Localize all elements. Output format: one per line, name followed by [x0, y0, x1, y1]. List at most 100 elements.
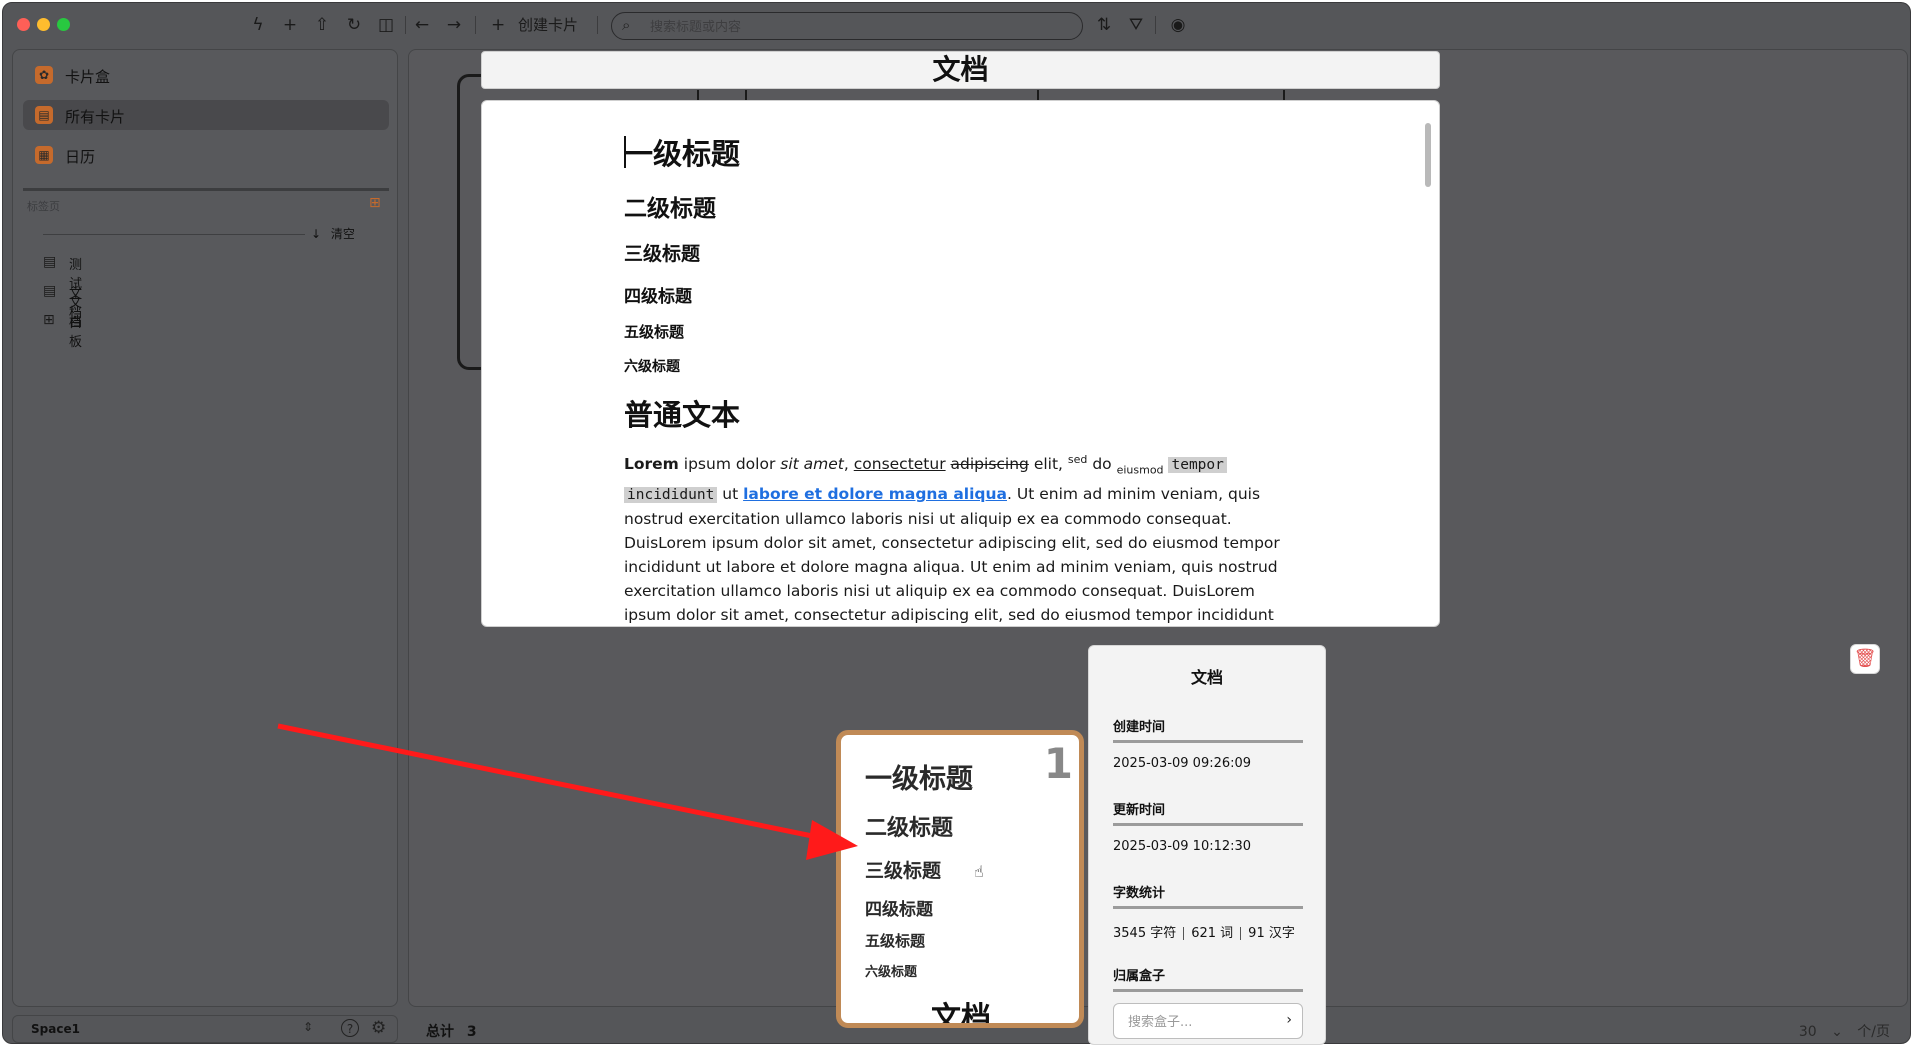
info-title: 文档	[1190, 668, 1223, 687]
eye-icon[interactable]: ◉	[1167, 14, 1189, 36]
strikethrough-text: adipiscing	[950, 455, 1029, 474]
help-icon[interactable]: ?	[341, 1019, 359, 1037]
calendar-icon: ▦	[35, 146, 53, 164]
heading-2[interactable]: 二级标题	[624, 189, 1284, 223]
card-heading-2: 二级标题	[865, 816, 954, 841]
document-content[interactable]: 一级标题 二级标题 三级标题 四级标题 五级标题 六级标题 普通文本 Lorem…	[624, 131, 1284, 626]
card-heading-4: 四级标题	[865, 900, 933, 920]
space-selector-bar: Space1 ⇕ ? ⚙	[12, 1015, 398, 1043]
whiteboard-icon: ⊞	[43, 312, 55, 328]
arrow-down-icon: ↓	[311, 227, 322, 241]
trash-icon: 🗑	[1853, 648, 1877, 669]
sidebar-item-label: 日历	[65, 148, 96, 166]
create-card-label: 创建卡片	[518, 16, 579, 34]
trash-button[interactable]: 🗑	[1850, 644, 1880, 674]
filter-icon[interactable]: ⛛	[1125, 14, 1147, 36]
title-bar: ϟ + ⇧ ↻ ◫ ← → + 创建卡片 ⌕ ⇅ ⛛ ◉	[3, 3, 1910, 47]
per-page-selector[interactable]: 30 ⌄ 个/页	[1799, 1021, 1890, 1041]
box-search-field[interactable]: ›	[1113, 1003, 1303, 1039]
search-icon: ⌕	[622, 16, 631, 34]
box-search-input[interactable]	[1126, 1012, 1270, 1032]
scrollbar-thumb[interactable]	[1425, 123, 1431, 187]
paragraph-text: ,	[843, 455, 854, 474]
per-page-unit: 个/页	[1857, 1024, 1890, 1040]
char-count: 3545 字符	[1113, 926, 1177, 941]
sidebar-item-all-cards[interactable]: ▤ 所有卡片	[23, 100, 389, 130]
word-count: 621 词	[1191, 926, 1234, 941]
card-heading-1: 一级标题	[865, 764, 973, 795]
minimize-window-button[interactable]	[37, 18, 50, 31]
paragraph-text: . Ut enim ad minim veniam, quis nostrud …	[624, 485, 1280, 625]
superscript-text: sed	[1067, 453, 1088, 466]
sidebar-item-label: 所有卡片	[65, 108, 126, 126]
card-index: 1	[1043, 739, 1073, 788]
search-bar[interactable]: ⌕	[611, 12, 1083, 40]
toolbar-divider	[405, 16, 406, 34]
per-page-value: 30	[1798, 1024, 1817, 1040]
create-card-button[interactable]: + 创建卡片	[491, 14, 578, 36]
card-heading-6: 六级标题	[865, 965, 918, 980]
document-icon: ▤	[43, 283, 57, 299]
tag-filter-line	[43, 234, 305, 235]
plus-icon: +	[491, 15, 506, 35]
import-icon[interactable]: ⇧	[311, 14, 333, 36]
heading-3[interactable]: 三级标题	[624, 239, 1284, 266]
total-value: 3	[466, 1024, 477, 1040]
info-divider	[1113, 740, 1303, 743]
subscript-text: eiusmod	[1116, 463, 1164, 477]
space-name[interactable]: Space1	[31, 1022, 80, 1036]
sidebar-item-card-box[interactable]: ✿ 卡片盒	[23, 60, 389, 90]
gear-icon[interactable]: ⚙	[371, 1018, 386, 1038]
inline-link[interactable]: labore et dolore magna aliqua	[743, 485, 1007, 503]
chevron-right-icon[interactable]: ›	[1286, 1012, 1292, 1028]
add-folder-icon[interactable]: ⊞	[369, 196, 387, 210]
clear-button[interactable]: ↓ 清空	[311, 225, 355, 242]
heading-4[interactable]: 四级标题	[624, 282, 1284, 307]
card-preview[interactable]: 1 一级标题 二级标题 三级标题 四级标题 五级标题 六级标题 文档	[836, 730, 1084, 1028]
underline-text: consectetur	[853, 455, 946, 474]
box-label: 归属盒子	[1113, 969, 1166, 984]
document-icon: ▤	[43, 254, 57, 270]
paragraph-text: ipsum dolor	[678, 455, 781, 474]
clear-label: 清空	[330, 227, 355, 241]
stats-label: 字数统计	[1113, 886, 1166, 901]
info-divider	[1113, 906, 1303, 909]
card-box-icon: ✿	[35, 66, 53, 84]
bold-text: Lorem	[624, 455, 679, 474]
inline-code: incididunt	[624, 487, 718, 504]
chevron-updown-icon[interactable]: ⇕	[303, 1020, 313, 1034]
inline-code: tempor	[1168, 457, 1227, 474]
heading-6[interactable]: 六级标题	[624, 356, 1284, 376]
plus-icon[interactable]: +	[279, 14, 301, 36]
sidebar-item-calendar[interactable]: ▦ 日历	[23, 140, 389, 170]
document-editor[interactable]: 一级标题 二级标题 三级标题 四级标题 五级标题 六级标题 普通文本 Lorem…	[481, 100, 1440, 627]
hand-cursor-icon: ☝	[974, 862, 984, 881]
toolbar-divider	[475, 16, 476, 34]
forward-arrow-icon[interactable]: →	[443, 14, 465, 36]
tree-item-label: 白板	[69, 316, 83, 350]
italic-text: sit amet	[780, 455, 844, 474]
sidebar-toggle-icon[interactable]: ◫	[375, 14, 397, 36]
hanzi-count: 91 汉字	[1248, 926, 1295, 941]
search-input[interactable]	[648, 16, 1072, 38]
card-info-popover: 文档 创建时间 2025-03-09 09:26:09 更新时间 2025-03…	[1088, 645, 1326, 1045]
info-divider	[1113, 823, 1303, 826]
section-heading[interactable]: 普通文本	[624, 392, 1284, 434]
body-paragraph[interactable]: Lorem ipsum dolor sit amet, consectetur …	[624, 448, 1284, 626]
close-window-button[interactable]	[17, 18, 30, 31]
heading-1[interactable]: 一级标题	[624, 131, 1284, 173]
document-title[interactable]: 文档	[481, 51, 1440, 89]
zoom-window-button[interactable]	[57, 18, 70, 31]
tags-section-label: 标签页	[27, 200, 60, 213]
chevron-down-icon: ⌄	[1831, 1024, 1843, 1040]
toolbar-divider	[597, 16, 598, 34]
sort-icon[interactable]: ⇅	[1093, 14, 1115, 36]
lightning-icon[interactable]: ϟ	[247, 14, 269, 36]
total-label: 总计	[426, 1024, 454, 1040]
created-value: 2025-03-09 09:26:09	[1113, 756, 1252, 771]
sidebar-item-label: 卡片盒	[65, 68, 111, 86]
card-doc-name: 文档	[931, 1001, 991, 1028]
back-arrow-icon[interactable]: ←	[411, 14, 433, 36]
heading-5[interactable]: 五级标题	[624, 321, 1284, 342]
refresh-icon[interactable]: ↻	[343, 14, 365, 36]
